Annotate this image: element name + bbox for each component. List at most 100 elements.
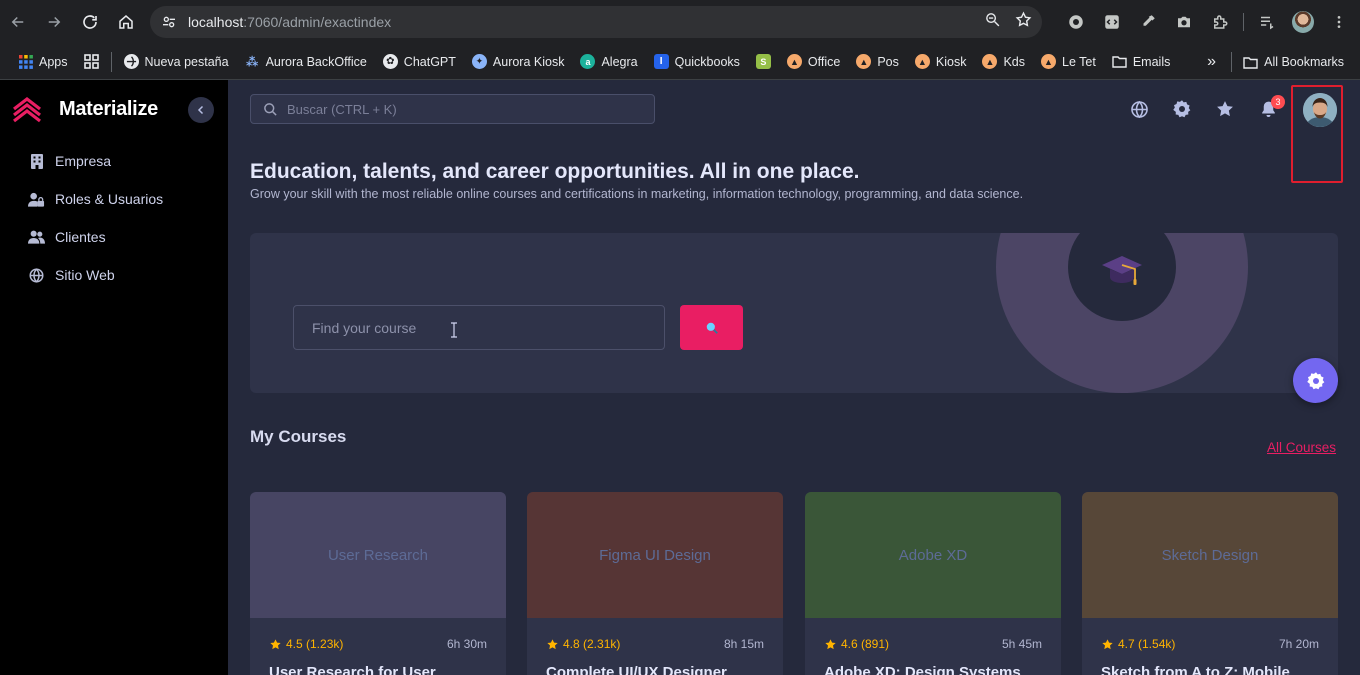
star-icon [547,638,558,649]
bookmark-emails[interactable]: Emails [1104,48,1179,76]
magnifier-icon [706,322,718,334]
notifications-bell-icon[interactable]: 3 [1257,94,1285,124]
extension-eyedropper-icon[interactable] [1135,9,1161,35]
zoom-icon[interactable] [984,11,1001,33]
course-title[interactable]: Adobe XD: Design Systems [824,664,1021,675]
global-search-input[interactable] [287,101,627,117]
bookmark-label: Alegra [601,54,638,69]
course-search-card [250,233,1338,393]
course-duration: 5h 45m [1001,637,1042,651]
kds-icon: ▲ [982,54,998,69]
bookmark-shopify[interactable]: S [748,48,779,76]
users-icon [28,229,45,246]
back-icon[interactable] [4,8,32,36]
user-avatar[interactable] [1303,93,1337,127]
reload-icon[interactable] [76,8,104,36]
all-bookmarks-button[interactable]: All Bookmarks [1235,48,1352,76]
bookmark-label: Apps [39,54,68,69]
browser-toolbar: localhost:7060/admin/exactindex [0,0,1360,44]
bookmark-le-tet[interactable]: ▲ Le Tet [1033,48,1104,76]
course-search-button[interactable] [680,305,743,350]
url-host: localhost [188,14,244,30]
grid-icon [83,54,99,69]
star-icon [825,638,836,649]
theme-settings-icon[interactable] [1171,94,1193,124]
sidebar-item-label: Roles & Usuarios [55,191,164,207]
bookmark-star-icon[interactable] [1015,11,1032,33]
bookmark-alegra[interactable]: a Alegra [572,48,645,76]
browser-menu-icon[interactable] [1326,9,1352,35]
address-bar[interactable]: localhost:7060/admin/exactindex [150,6,1042,38]
thumbnail-label: Adobe XD [898,546,968,564]
course-rating: 4.7 (1.54k) [1101,637,1175,651]
sidebar-item-empresa[interactable]: Empresa [0,142,228,180]
extensions-puzzle-icon[interactable] [1207,9,1233,35]
bookmark-pos[interactable]: ▲ Pos [848,48,907,76]
graduation-cap-icon [1102,256,1142,285]
bookmark-kiosk[interactable]: ▲ Kiosk [907,48,975,76]
star-icon [270,638,281,649]
course-thumbnail[interactable]: Sketch Design [1082,492,1338,618]
language-globe-icon[interactable] [1128,94,1150,124]
search-icon [264,102,277,116]
course-card[interactable]: Figma UI Design 4.8 (2.31k) 8h 15m Complete… [527,492,783,675]
page-title: Education, talents, and career opportuni… [250,160,860,183]
favorites-star-icon[interactable] [1214,94,1236,124]
extension-chrome-icon[interactable] [1063,9,1089,35]
collapse-sidebar-button[interactable] [188,97,214,123]
bookmark-kds[interactable]: ▲ Kds [974,48,1033,76]
all-courses-link[interactable]: All Courses [1267,440,1336,455]
bookmark-apps[interactable]: Apps [10,48,76,76]
course-thumbnail[interactable]: User Research [250,492,506,618]
sidebar-item-roles[interactable]: Roles & Usuarios [0,180,228,218]
bookmark-quickbooks[interactable]: I Quickbooks [646,48,748,76]
bookmark-aurora-kiosk[interactable]: ✦ Aurora Kiosk [464,48,573,76]
bookmarks-divider [1231,52,1232,72]
bookmark-nueva-pesta-a[interactable]: Nueva pestaña [116,48,237,76]
course-thumbnail[interactable]: Figma UI Design [527,492,783,618]
sidebar-item-label: Empresa [55,153,112,169]
course-title[interactable]: Complete UI/UX Designer [546,664,727,675]
sidebar: Materialize Empresa Roles & Usuarios Cli… [0,80,228,675]
course-rating: 4.6 (891) [824,637,889,651]
bookmarks-overflow-button[interactable]: » [1207,48,1216,76]
globe-icon [123,54,139,69]
bookmark-label: Quickbooks [674,54,740,69]
aurora-icon: ⁂ [245,54,259,69]
sidebar-item-sitio-web[interactable]: Sitio Web [0,256,228,294]
global-search[interactable] [250,94,655,124]
forward-icon[interactable] [40,8,68,36]
bookmark-grid[interactable] [76,48,107,76]
page-subtitle: Grow your skill with the most reliable o… [250,187,1024,201]
home-icon[interactable] [112,8,140,36]
course-card[interactable]: Sketch Design 4.7 (1.54k) 7h 20m Sketch fro… [1082,492,1338,675]
apps-grid-icon [18,54,33,69]
url-text[interactable]: localhost:7060/admin/exactindex [188,14,391,30]
building-icon [28,153,45,170]
reading-list-icon[interactable] [1254,9,1280,35]
globe-icon [28,267,45,284]
sidebar-item-label: Sitio Web [55,267,115,283]
user-avatar-highlight[interactable] [1291,85,1343,183]
extension-code-icon[interactable] [1099,9,1125,35]
course-title[interactable]: User Research for User [269,664,436,675]
sidebar-item-clientes[interactable]: Clientes [0,218,228,256]
rating-text: 4.5 (1.23k) [286,637,344,651]
course-card[interactable]: User Research 4.5 (1.23k) 6h 30m User Resea… [250,492,506,675]
site-info-icon[interactable] [154,7,184,37]
brand-logo-icon [13,96,41,123]
course-card[interactable]: Adobe XD 4.6 (891) 5h 45m Adobe XD: Design … [805,492,1061,675]
course-title[interactable]: Sketch from A to Z: Mobile [1101,664,1290,675]
bookmark-chatgpt[interactable]: ✿ ChatGPT [375,48,464,76]
extension-camera-icon[interactable] [1171,9,1197,35]
bookmark-label: Le Tet [1062,54,1096,69]
profile-avatar-icon[interactable] [1290,9,1316,35]
course-search-input[interactable] [293,305,665,350]
letet-icon: ▲ [1041,54,1057,69]
course-thumbnail[interactable]: Adobe XD [805,492,1061,618]
bookmarks-bar: Apps Nueva pestaña ⁂ Aurora BackOffice ✿ Chat… [0,44,1360,80]
bookmark-label: Aurora Kiosk [492,54,565,69]
bookmark-aurora-backoffice[interactable]: ⁂ Aurora BackOffice [237,48,375,76]
bookmark-office[interactable]: ▲ Office [779,48,848,76]
customizer-settings-button[interactable] [1293,358,1338,403]
